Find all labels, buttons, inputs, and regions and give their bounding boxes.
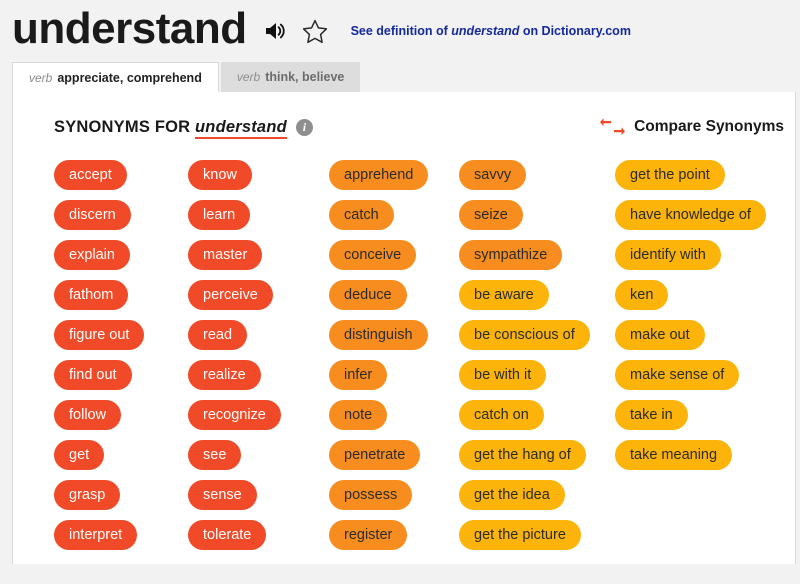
synonym-chip[interactable]: distinguish [329,320,428,350]
synonym-chip[interactable]: fathom [54,280,129,310]
synonym-chip[interactable]: get the idea [459,480,565,510]
synonym-chip[interactable]: realize [188,360,261,390]
synonym-column-1: know learn master perceive read realize recogn… [188,160,329,560]
synonym-chip[interactable]: know [188,160,252,190]
synonym-chip[interactable]: make out [615,320,705,350]
synonym-chip[interactable]: get [54,440,105,470]
synonym-chip[interactable]: be conscious of [459,320,590,350]
tab-think-believe[interactable]: verb think, believe [220,62,361,92]
footer-strip [0,564,800,584]
star-outline-icon[interactable] [301,17,329,45]
synonym-chip[interactable]: apprehend [329,160,429,190]
synonym-column-0: accept discern explain fathom figure out find… [54,160,188,560]
synonym-chip[interactable]: take in [615,400,688,430]
dictionary-definition-link[interactable]: See definition of understand on Dictiona… [351,24,631,38]
synonym-chip[interactable]: conceive [329,240,417,270]
synonym-chip[interactable]: grasp [54,480,121,510]
synonym-chip[interactable]: penetrate [329,440,421,470]
synonym-chip[interactable]: sympathize [459,240,563,270]
synonym-chip[interactable]: note [329,400,388,430]
entry-word: understand [12,4,247,53]
synonym-column-2: apprehend catch conceive deduce distinguish i… [329,160,459,560]
synonym-chip[interactable]: be aware [459,280,549,310]
synonyms-panel-header: SYNONYMS FOR understand i Compare Synony… [13,92,795,139]
definition-link-word: understand [451,24,520,38]
tab-label: think, believe [265,70,345,84]
synonym-chip[interactable]: interpret [54,520,138,550]
tab-pos-label: verb [236,70,261,84]
synonym-chip[interactable]: identify with [615,240,721,270]
pos-tab-bar: verb appreciate, comprehend verb think, … [0,62,800,92]
synonym-chip[interactable]: take meaning [615,440,733,470]
synonym-chip[interactable]: discern [54,200,131,230]
synonym-chip[interactable]: ken [615,280,669,310]
info-icon[interactable]: i [295,119,313,136]
synonym-chip[interactable]: tolerate [188,520,267,550]
synonyms-title-prefix: SYNONYMS FOR [54,118,196,136]
synonym-chip[interactable]: be with it [459,360,547,390]
synonym-column-3: savvy seize sympathize be aware be conscious… [459,160,615,560]
synonym-chip[interactable]: deduce [329,280,407,310]
synonyms-panel: SYNONYMS FOR understand i Compare Synony… [12,92,796,564]
page-header: understand See definition of understand … [0,0,800,62]
speaker-icon[interactable] [263,18,289,44]
synonym-chip[interactable]: follow [54,400,122,430]
synonym-chip[interactable]: explain [54,240,130,270]
synonym-chip[interactable]: make sense of [615,360,740,390]
tab-pos-label: verb [29,70,53,85]
synonym-chip[interactable]: seize [459,200,523,230]
synonym-columns: accept discern explain fathom figure out find… [13,138,795,560]
synonym-chip[interactable]: learn [188,200,251,230]
synonym-chip[interactable]: sense [188,480,257,510]
synonym-chip[interactable]: read [188,320,248,350]
synonym-chip[interactable]: master [188,240,263,270]
synonym-chip[interactable]: find out [54,360,132,390]
synonym-chip[interactable]: catch [329,200,394,230]
synonym-chip[interactable]: perceive [188,280,273,310]
definition-link-prefix: See definition of [350,24,452,38]
synonym-chip[interactable]: register [329,520,408,550]
synonym-chip[interactable]: get the picture [459,520,581,550]
compare-synonyms-button[interactable]: Compare Synonyms [600,117,784,137]
synonym-chip[interactable]: savvy [459,160,527,190]
synonyms-title: SYNONYMS FOR understand [54,118,287,139]
synonyms-title-word: understand [195,118,287,139]
star-outline-icon-glyph [302,19,327,43]
compare-arrows-icon [600,118,626,135]
synonym-chip[interactable]: have knowledge of [615,200,766,230]
speaker-icon-glyph [265,23,285,39]
synonym-chip[interactable]: infer [329,360,388,390]
tab-label: appreciate, comprehend [57,70,202,85]
synonym-column-4: get the point have knowledge of identify w… [615,160,795,560]
tab-appreciate-comprehend[interactable]: verb appreciate, comprehend [12,62,219,92]
definition-link-suffix: on Dictionary.com [519,24,631,38]
synonym-chip[interactable]: see [188,440,242,470]
synonym-chip[interactable]: possess [329,480,413,510]
synonym-chip[interactable]: get the hang of [459,440,586,470]
synonym-chip[interactable]: accept [54,160,127,190]
synonym-chip[interactable]: catch on [459,400,544,430]
synonym-chip[interactable]: recognize [188,400,281,430]
compare-synonyms-label: Compare Synonyms [634,118,784,135]
synonym-chip[interactable]: get the point [615,160,725,190]
synonym-chip[interactable]: figure out [54,320,145,350]
